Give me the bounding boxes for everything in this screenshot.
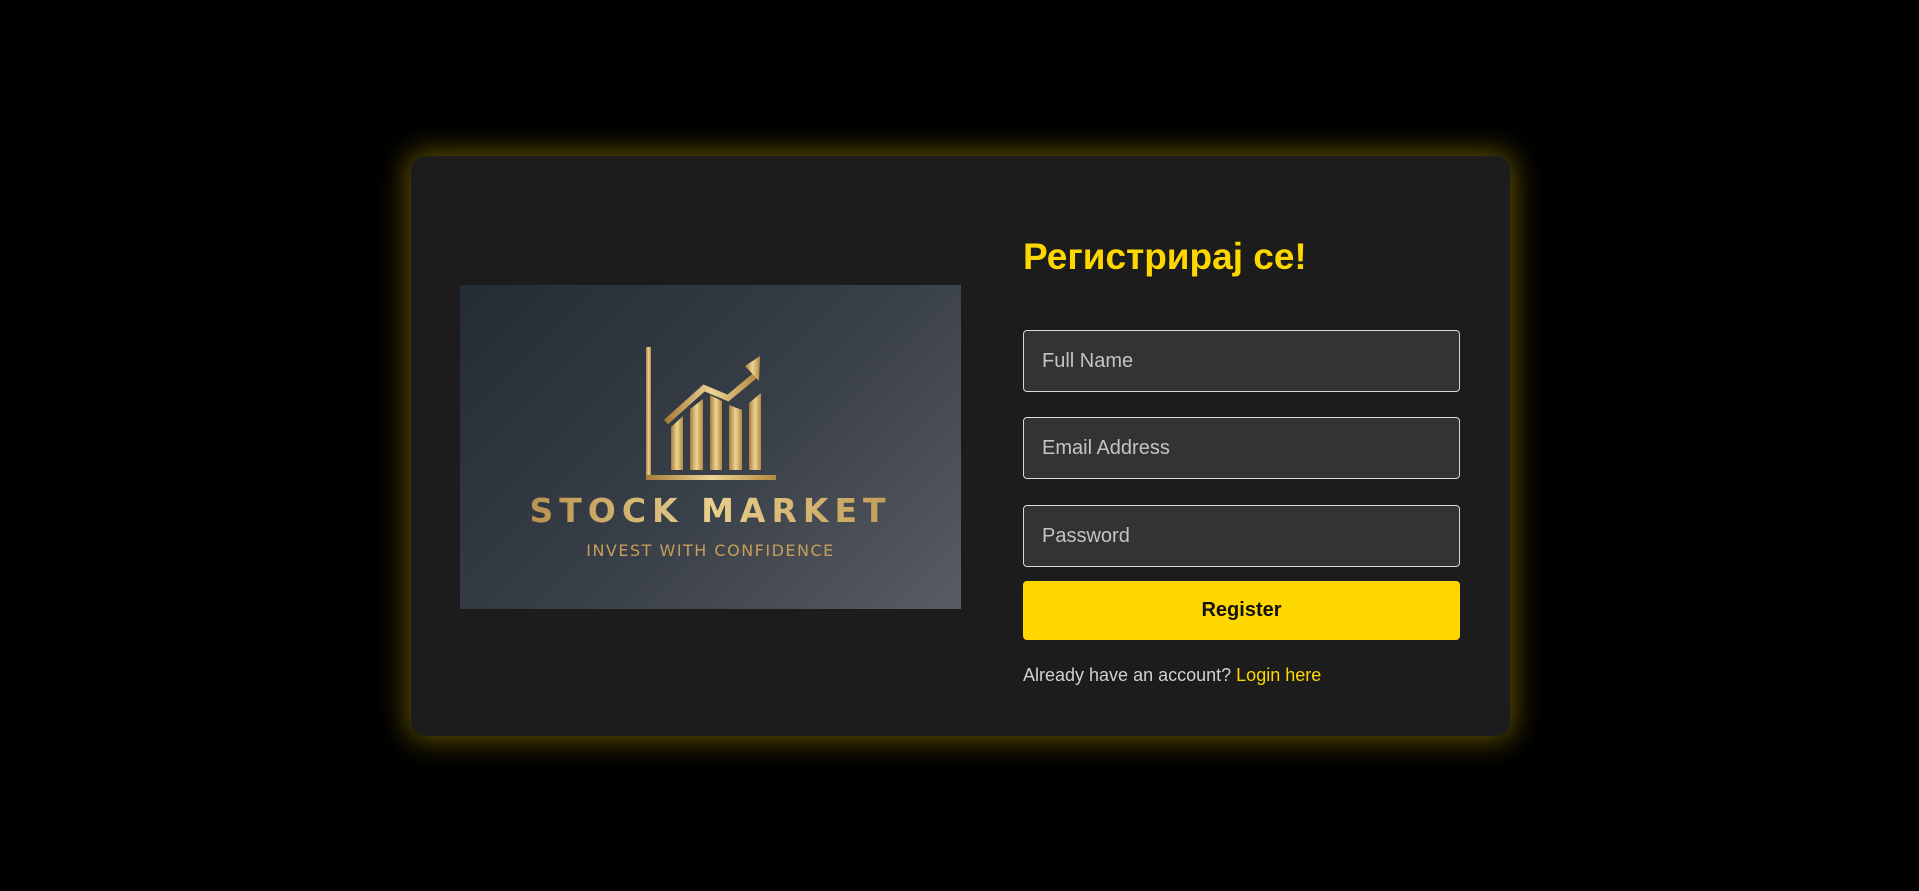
form-title: Регистрирај се! (1023, 236, 1307, 277)
logo-tagline: INVEST WITH CONFIDENCE (586, 541, 835, 560)
login-prompt-text: Already have an account? (1023, 665, 1232, 685)
full-name-input[interactable] (1023, 330, 1460, 392)
password-input[interactable] (1023, 505, 1460, 567)
register-button[interactable]: Register (1023, 581, 1460, 640)
logo-title: STOCK MARKET (460, 491, 961, 530)
login-prompt-line: Already have an account? Login here (1023, 665, 1321, 686)
email-input[interactable] (1023, 417, 1460, 479)
rising-bar-chart-icon (646, 347, 776, 480)
stock-market-logo: STOCK MARKET INVEST WITH CONFIDENCE (460, 285, 961, 609)
login-link[interactable]: Login here (1236, 665, 1321, 685)
register-card: STOCK MARKET INVEST WITH CONFIDENCE Реги… (411, 156, 1510, 736)
